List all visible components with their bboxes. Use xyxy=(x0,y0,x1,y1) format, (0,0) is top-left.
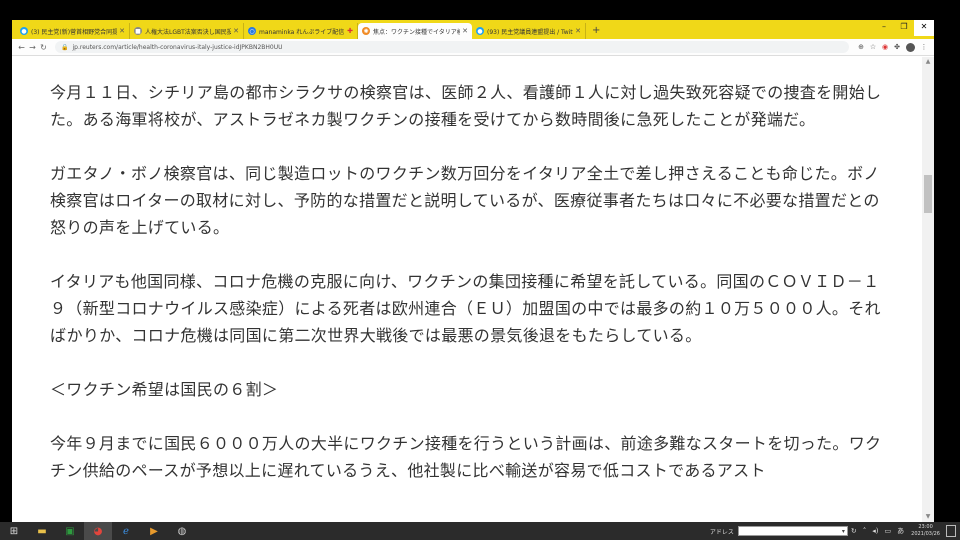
forward-icon[interactable]: → xyxy=(27,43,38,52)
chrome-taskbar-icon[interactable]: ◕ xyxy=(84,522,112,540)
puzzle-icon[interactable]: ✤ xyxy=(891,43,903,51)
section-heading: ＜ワクチン希望は国民の６割＞ xyxy=(50,380,279,399)
window-controls: – ❐ ✕ xyxy=(874,20,934,36)
avatar[interactable] xyxy=(906,42,915,52)
close-window-icon[interactable]: ✕ xyxy=(914,20,934,36)
browser-window: ● (3) 民主党(新)菅首相野党合同提出 / Twitter ✕ ■ 人権大法… xyxy=(12,20,934,522)
network-icon[interactable]: ▭ xyxy=(885,527,892,535)
tab-3[interactable]: ○ manaminka れんぷライブ配信 ✚ xyxy=(244,23,358,39)
address-bar[interactable]: 🔒 jp.reuters.com/article/health-coronavi… xyxy=(55,41,849,53)
notification-icon[interactable] xyxy=(946,525,956,537)
clock-time: 23:00 xyxy=(918,524,933,530)
back-icon[interactable]: ← xyxy=(16,43,27,52)
chrome-icon: ○ xyxy=(248,27,256,35)
article-paragraph: ガエタノ・ボノ検察官は、同じ製造ロットのワクチン数万回分をイタリア全土で差し押さ… xyxy=(50,164,880,237)
tab-label: 人権大法LGBT法案否決し国民投票 xyxy=(145,28,232,36)
menu-icon[interactable]: ⋮ xyxy=(918,43,930,51)
url-text: jp.reuters.com/article/health-coronaviru… xyxy=(72,43,283,51)
scroll-down-icon[interactable]: ▼ xyxy=(922,512,934,522)
address-toolbar-input[interactable]: ▾ xyxy=(737,526,848,536)
clock-date: 2021/03/26 xyxy=(911,531,940,537)
volume-icon[interactable]: ◂) xyxy=(872,527,878,535)
tab-4[interactable]: ✺ 焦点：ワクチン接種でイタリア検察 ✕ xyxy=(358,23,472,39)
maximize-icon[interactable]: ❐ xyxy=(894,20,914,36)
reuters-icon: ✺ xyxy=(362,27,370,35)
clock[interactable]: 23:00 2021/03/26 xyxy=(911,524,940,538)
file-explorer-icon[interactable]: ▬ xyxy=(28,522,56,540)
scroll-up-icon[interactable]: ▲ xyxy=(922,57,934,67)
scrollbar[interactable]: ▲ ▼ xyxy=(922,57,934,522)
media-player-icon[interactable]: ▶ xyxy=(140,522,168,540)
tab-label: manaminka れんぷライブ配信 xyxy=(259,28,345,36)
chevron-down-icon[interactable]: ▾ xyxy=(842,528,845,535)
ime-icon[interactable]: あ xyxy=(897,526,904,536)
address-toolbar-label: アドレス xyxy=(709,528,734,536)
system-tray: アドレス ▾ ↻ ˄ ◂) ▭ あ 23:00 2021/03/26 xyxy=(710,522,960,540)
tab-label: (93) 民主党議員連盟提出 / Twitter xyxy=(487,28,574,36)
star-icon[interactable]: ☆ xyxy=(867,43,879,51)
chevron-up-icon[interactable]: ˄ xyxy=(863,527,867,535)
taskbar: ⊞ ▬ ▣ ◕ ℯ ▶ ◍ アドレス ▾ ↻ ˄ ◂) ▭ あ 23:00 20… xyxy=(0,522,960,540)
tab-1[interactable]: ● (3) 民主党(新)菅首相野党合同提出 / Twitter ✕ xyxy=(16,23,130,39)
tab-strip: ● (3) 民主党(新)菅首相野党合同提出 / Twitter ✕ ■ 人権大法… xyxy=(12,20,934,39)
reload-icon[interactable]: ↻ xyxy=(38,43,49,52)
browser-toolbar: ← → ↻ 🔒 jp.reuters.com/article/health-co… xyxy=(12,39,934,56)
tab-label: (3) 民主党(新)菅首相野党合同提出 / Twitter xyxy=(31,28,118,36)
article-paragraph: イタリアも他国同様、コロナ危機の克服に向け、ワクチンの集団接種に希望を託している… xyxy=(50,272,881,345)
twitter-icon: ● xyxy=(20,27,28,35)
close-icon[interactable]: ✕ xyxy=(119,27,125,35)
tab-5[interactable]: ● (93) 民主党議員連盟提出 / Twitter ✕ xyxy=(472,23,586,39)
article-paragraph: 今年９月までに国民６０００万人の大半にワクチン接種を行うという計画は、前途多難な… xyxy=(50,434,882,480)
refresh-icon[interactable]: ↻ xyxy=(851,527,857,535)
close-icon[interactable]: ✕ xyxy=(233,27,239,35)
scrollbar-thumb[interactable] xyxy=(924,175,932,213)
obs-icon[interactable]: ◍ xyxy=(168,522,196,540)
zoom-icon[interactable]: ⊕ xyxy=(855,43,867,51)
close-icon[interactable]: ✚ xyxy=(347,27,353,35)
windows-start-icon[interactable]: ⊞ xyxy=(0,522,28,540)
minimize-icon[interactable]: – xyxy=(874,20,894,36)
close-icon[interactable]: ✕ xyxy=(462,27,468,35)
extension-icon[interactable]: ◉ xyxy=(879,43,891,51)
store-icon[interactable]: ▣ xyxy=(56,522,84,540)
tab-label: 焦点：ワクチン接種でイタリア検察 xyxy=(373,28,461,36)
close-icon[interactable]: ✕ xyxy=(575,27,581,35)
lock-icon: 🔒 xyxy=(61,43,69,51)
tab-2[interactable]: ■ 人権大法LGBT法案否決し国民投票 ✕ xyxy=(130,23,244,39)
new-tab-button[interactable]: + xyxy=(592,23,600,39)
bookmark-icon: ■ xyxy=(134,27,142,35)
article-paragraph: 今月１１日、シチリア島の都市シラクサの検察官は、医師２人、看護師１人に対し過失致… xyxy=(50,83,882,129)
edge-icon[interactable]: ℯ xyxy=(112,522,140,540)
twitter-icon: ● xyxy=(476,27,484,35)
article-body: 今月１１日、シチリア島の都市シラクサの検察官は、医師２人、看護師１人に対し過失致… xyxy=(12,57,922,522)
